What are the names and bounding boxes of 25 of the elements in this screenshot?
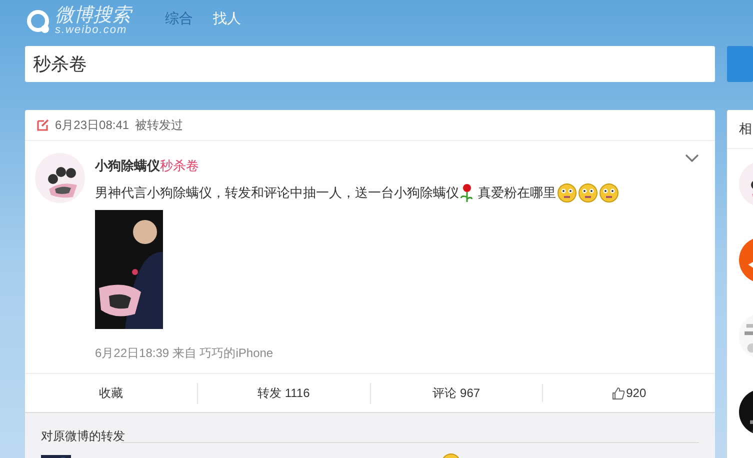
thumbs-up-icon xyxy=(612,386,626,400)
repost-note: 被转发过 xyxy=(135,116,184,134)
logo-title: 微博搜索 xyxy=(55,6,131,25)
post-time: 6月23日08:41 xyxy=(55,116,130,134)
logo-url: s.weibo.com xyxy=(55,25,128,36)
post-text: 真爱粉在哪里 xyxy=(478,184,556,202)
chevron-icon xyxy=(685,153,699,163)
edit-icon xyxy=(37,119,49,131)
action-button[interactable]: 转发 1116 xyxy=(254,382,314,404)
logo-icon xyxy=(25,8,51,34)
author-name[interactable]: 小狗除螨仪 xyxy=(95,157,160,175)
search-button[interactable] xyxy=(727,46,753,82)
emoji-icon xyxy=(578,183,598,203)
section-title: 对原微博的转发 xyxy=(41,429,125,443)
keyword-highlight: 秒杀卷 xyxy=(160,157,199,175)
post-source: 6月22日18:39 来自 巧巧的iPhone xyxy=(95,345,274,362)
action-button[interactable]: 收藏 xyxy=(94,382,127,404)
action-button[interactable]: 评论 967 xyxy=(428,382,484,404)
rose-icon xyxy=(459,183,473,203)
emoji-icon xyxy=(557,183,577,203)
panel-heading: 相 xyxy=(727,110,753,149)
post-text: 男神代言小狗除螨仪，转发和评论中抽一人，送一台小狗除螨仪 xyxy=(95,184,459,202)
emoji-icon xyxy=(599,183,619,203)
action-button[interactable]: 920 xyxy=(608,384,650,402)
search-field[interactable]: 秒杀卷 xyxy=(25,46,715,82)
